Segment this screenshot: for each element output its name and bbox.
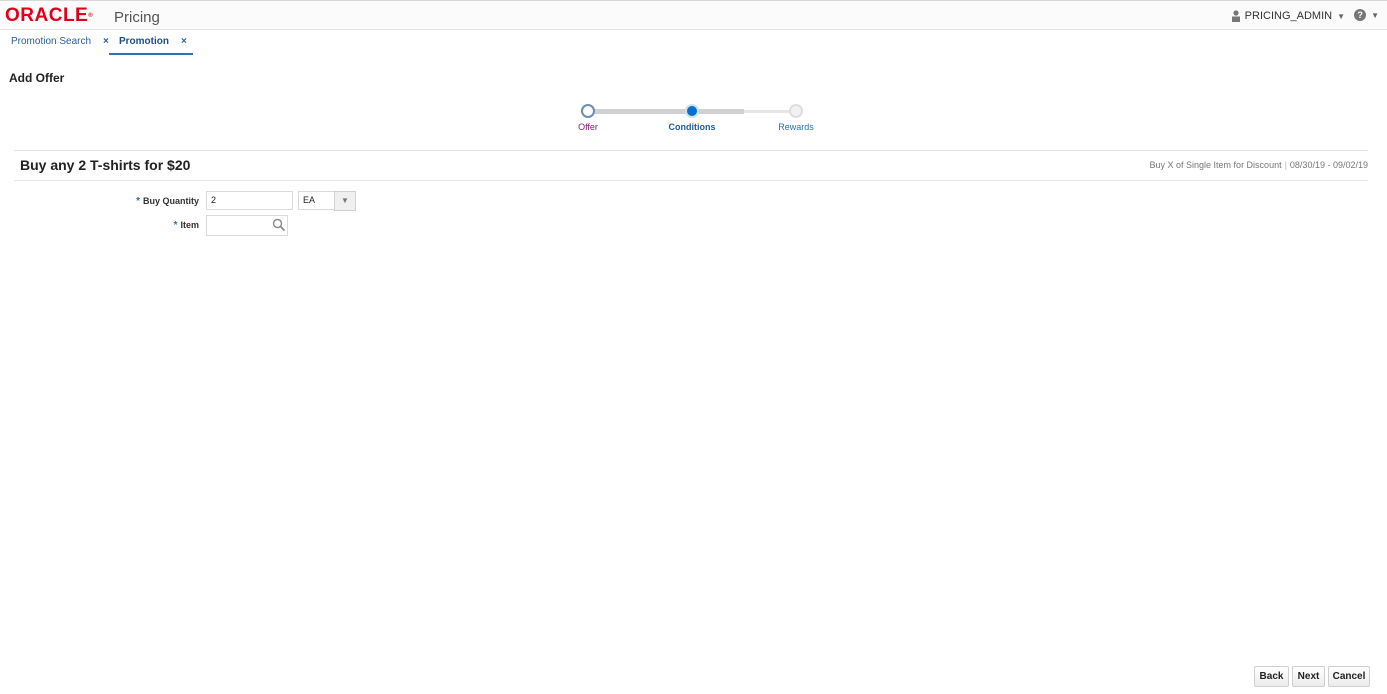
app-header: ORACLE® Pricing PRICING_ADMIN ▼ ? ▼ bbox=[0, 0, 1387, 30]
user-menu[interactable]: PRICING_ADMIN ▼ bbox=[1231, 10, 1345, 22]
user-name: PRICING_ADMIN bbox=[1244, 10, 1333, 22]
progress-train: Offer Conditions Rewards bbox=[560, 100, 830, 140]
chevron-down-icon: ▼ bbox=[1371, 10, 1379, 20]
search-icon[interactable] bbox=[272, 218, 286, 232]
offer-date-range: 08/30/19 - 09/02/19 bbox=[1289, 160, 1368, 170]
required-marker: * bbox=[173, 220, 178, 231]
train-stop-rewards[interactable] bbox=[789, 104, 803, 118]
divider bbox=[14, 150, 1368, 151]
back-button[interactable]: Back bbox=[1254, 666, 1289, 687]
oracle-logo: ORACLE® bbox=[5, 5, 94, 26]
uom-dropdown-button[interactable]: ▼ bbox=[334, 191, 356, 211]
train-label-offer[interactable]: Offer bbox=[548, 122, 628, 132]
product-name: Pricing bbox=[114, 9, 160, 26]
offer-type: Buy X of Single Item for Discount bbox=[1149, 160, 1282, 170]
tab-bar: Promotion Search × Promotion × bbox=[0, 31, 1387, 55]
page-title: Add Offer bbox=[9, 71, 65, 85]
buy-quantity-label: * Buy Quantity bbox=[136, 196, 199, 207]
required-marker: * bbox=[136, 196, 140, 207]
train-connector bbox=[588, 109, 692, 114]
item-label: * Item bbox=[173, 220, 199, 231]
train-connector bbox=[692, 109, 744, 114]
help-icon: ? bbox=[1354, 9, 1367, 21]
close-icon[interactable]: × bbox=[103, 36, 109, 47]
uom-select[interactable]: EA bbox=[298, 191, 335, 210]
divider bbox=[14, 180, 1368, 181]
tab-label: Promotion Search bbox=[11, 36, 92, 47]
close-icon[interactable]: × bbox=[181, 36, 187, 47]
train-label-rewards[interactable]: Rewards bbox=[756, 122, 836, 132]
chevron-down-icon: ▼ bbox=[341, 196, 349, 205]
user-icon bbox=[1231, 10, 1240, 22]
cancel-button[interactable]: Cancel bbox=[1328, 666, 1370, 687]
promotion-title: Buy any 2 T-shirts for $20 bbox=[20, 157, 191, 173]
train-stop-offer[interactable] bbox=[581, 104, 595, 118]
train-label-conditions[interactable]: Conditions bbox=[652, 122, 732, 132]
buy-quantity-input[interactable]: 2 bbox=[206, 191, 293, 210]
meta-separator: | bbox=[1284, 160, 1287, 170]
chevron-down-icon: ▼ bbox=[1337, 11, 1345, 21]
tab-promotion-search[interactable]: Promotion Search × bbox=[11, 31, 109, 53]
tab-promotion[interactable]: Promotion × bbox=[109, 31, 193, 55]
offer-summary: Buy X of Single Item for Discount | 08/30/… bbox=[1150, 160, 1368, 170]
tab-label: Promotion bbox=[119, 36, 169, 47]
train-stop-conditions[interactable] bbox=[685, 104, 699, 118]
help-menu[interactable]: ? ▼ bbox=[1354, 9, 1379, 21]
next-button[interactable]: Next bbox=[1292, 666, 1325, 687]
